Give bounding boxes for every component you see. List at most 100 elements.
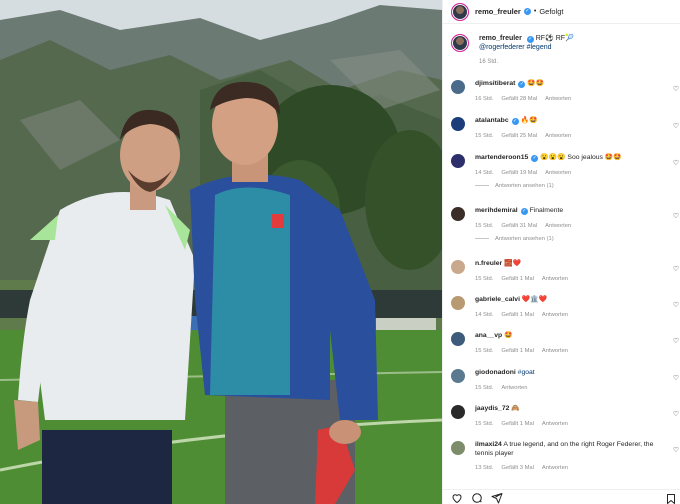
caption-avatar[interactable] [451,34,469,52]
commenter-avatar[interactable] [451,369,465,383]
commenter-username[interactable]: atalantabc [475,117,509,124]
commenter-username[interactable]: ana__vp [475,332,502,339]
comment-likes[interactable]: Gefällt 3 Mal [501,465,534,471]
view-replies-button[interactable]: Antworten ansehen (1) [475,236,661,242]
comment-like-icon[interactable]: ♡ [673,375,679,382]
author-username[interactable]: remo_freuler [475,7,521,16]
caption-text: RF⚽ RF🎾 [535,35,574,42]
comment-like-icon[interactable]: ♡ [673,213,679,220]
comment-like-icon[interactable]: ♡ [673,266,679,273]
comment-like-icon[interactable]: ♡ [673,86,679,93]
verified-icon: ✓ [518,81,526,88]
comment-text[interactable]: #goat [518,369,535,376]
action-bar [443,489,680,504]
commenter-username[interactable]: ilmaxi24 [475,441,502,448]
comment-item: giodonadoni #goat 15 Std. Antworten ♡ [451,369,679,391]
mention-link[interactable]: @rogerfederer [479,44,525,51]
comment-time: 15 Std. [475,384,494,391]
post-side-panel: remo_freuler ✓ • Gefolgt remo_freuler ✓ … [442,0,680,504]
commenter-avatar[interactable] [451,260,465,274]
commenter-avatar[interactable] [451,117,465,131]
bookmark-icon[interactable] [665,492,677,504]
reply-button[interactable]: Antworten [545,133,571,139]
comment-likes[interactable]: Gefällt 31 Mal [501,223,537,229]
comment-text: 🤩 [504,332,513,339]
comment-item: n.freuler 🧱❤️ 15 Std. Gefällt 1 Mal Antwort… [451,260,679,282]
comment-likes[interactable]: Gefällt 1 Mal [501,348,534,354]
comment-time: 15 Std. [475,222,494,229]
reply-button[interactable]: Antworten [501,385,527,391]
comment-like-icon[interactable]: ♡ [673,338,679,345]
separator-dot: • [533,8,537,15]
comment-icon[interactable] [471,491,483,503]
comment-meta: 15 Std. Gefällt 1 Mal Antworten [475,421,661,427]
comment-like-icon[interactable]: ♡ [673,411,679,418]
commenter-avatar[interactable] [451,441,465,455]
reply-button[interactable]: Antworten [542,465,568,471]
comment-meta: 16 Std. Gefällt 28 Mal Antworten [475,96,661,102]
comment-meta: 13 Std. Gefällt 3 Mal Antworten [475,465,661,471]
commenter-avatar[interactable] [451,332,465,346]
comment-like-icon[interactable]: ♡ [673,160,679,167]
comment-likes[interactable]: Gefällt 1 Mal [501,421,534,427]
reply-button[interactable]: Antworten [542,312,568,318]
comment-text: A true legend, and on the right Roger Fe… [475,441,654,457]
commenter-username[interactable]: martenderoon15 [475,154,528,161]
commenter-username[interactable]: jaaydis_72 [475,405,509,412]
view-replies-button[interactable]: Antworten ansehen (1) [475,183,661,189]
comment-meta: 15 Std. Gefällt 1 Mal Antworten [475,348,661,354]
reply-button[interactable]: Antworten [542,276,568,282]
comment-item: gabriele_calvi ❤️🏛️❤️ 14 Std. Gefällt 1 Ma… [451,296,679,318]
commenter-username[interactable]: giodonadoni [475,369,516,376]
comment-likes[interactable]: Gefällt 1 Mal [501,312,534,318]
comment-likes[interactable]: Gefällt 28 Mal [501,96,537,102]
post-caption: remo_freuler ✓ RF⚽ RF🎾 @rogerfederer #le… [451,34,675,67]
comment-text: 🧱❤️ [504,260,522,267]
comment-likes[interactable]: Gefällt 19 Mal [501,170,537,176]
comment-like-icon[interactable]: ♡ [673,302,679,309]
caption-time: 16 Std. [479,59,499,65]
commenter-avatar[interactable] [451,154,465,168]
comment-text: Finalmente [529,207,564,214]
author-avatar[interactable] [451,2,469,21]
comment-text: ❤️🏛️❤️ [521,296,548,303]
comment-text: 😮😮😮 Soo jealous 🤩🤩 [540,154,622,161]
commenter-username[interactable]: djimsitiberat [475,80,515,87]
comment-meta: 14 Std. Gefällt 19 Mal Antworten [475,170,661,176]
reply-button[interactable]: Antworten [542,421,568,427]
commenter-username[interactable]: n.freuler [475,260,502,267]
comment-time: 14 Std. [475,169,494,176]
caption-username[interactable]: remo_freuler [479,35,522,42]
comment-meta: 15 Std. Gefällt 25 Mal Antworten [475,133,661,139]
hashtag-link[interactable]: #legend [527,44,552,51]
comment-likes[interactable]: Gefällt 1 Mal [501,276,534,282]
commenter-avatar[interactable] [451,405,465,419]
commenter-avatar[interactable] [451,207,465,221]
verified-icon: ✓ [520,208,528,215]
comment-like-icon[interactable]: ♡ [673,123,679,130]
comment-time: 15 Std. [475,420,494,427]
photo-illustration [0,0,442,504]
commenter-avatar[interactable] [451,80,465,94]
comment-meta: 15 Std. Antworten [475,385,661,391]
comment-time: 15 Std. [475,132,494,139]
comment-time: 15 Std. [475,347,494,354]
comment-likes[interactable]: Gefällt 25 Mal [501,133,537,139]
follow-status-button[interactable]: Gefolgt [539,7,563,16]
comment-meta: 15 Std. Gefällt 31 Mal Antworten [475,223,661,229]
reply-button[interactable]: Antworten [542,348,568,354]
share-icon[interactable] [491,491,503,504]
heart-icon[interactable] [451,491,463,504]
comment-item: djimsitiberat ✓ 🤩🤩 16 Std. Gefällt 28 Mal An… [451,80,679,102]
reply-button[interactable]: Antworten [545,170,571,176]
reply-button[interactable]: Antworten [545,223,571,229]
comment-like-icon[interactable]: ♡ [673,447,679,454]
verified-icon: ✓ [526,36,534,43]
reply-button[interactable]: Antworten [545,96,571,102]
commenter-username[interactable]: gabriele_calvi [475,296,520,303]
commenter-avatar[interactable] [451,296,465,310]
comment-time: 16 Std. [475,95,494,102]
comment-time: 13 Std. [475,465,494,471]
commenter-username[interactable]: merihdemiral [475,207,518,214]
comment-text: 🙈 [511,405,520,412]
